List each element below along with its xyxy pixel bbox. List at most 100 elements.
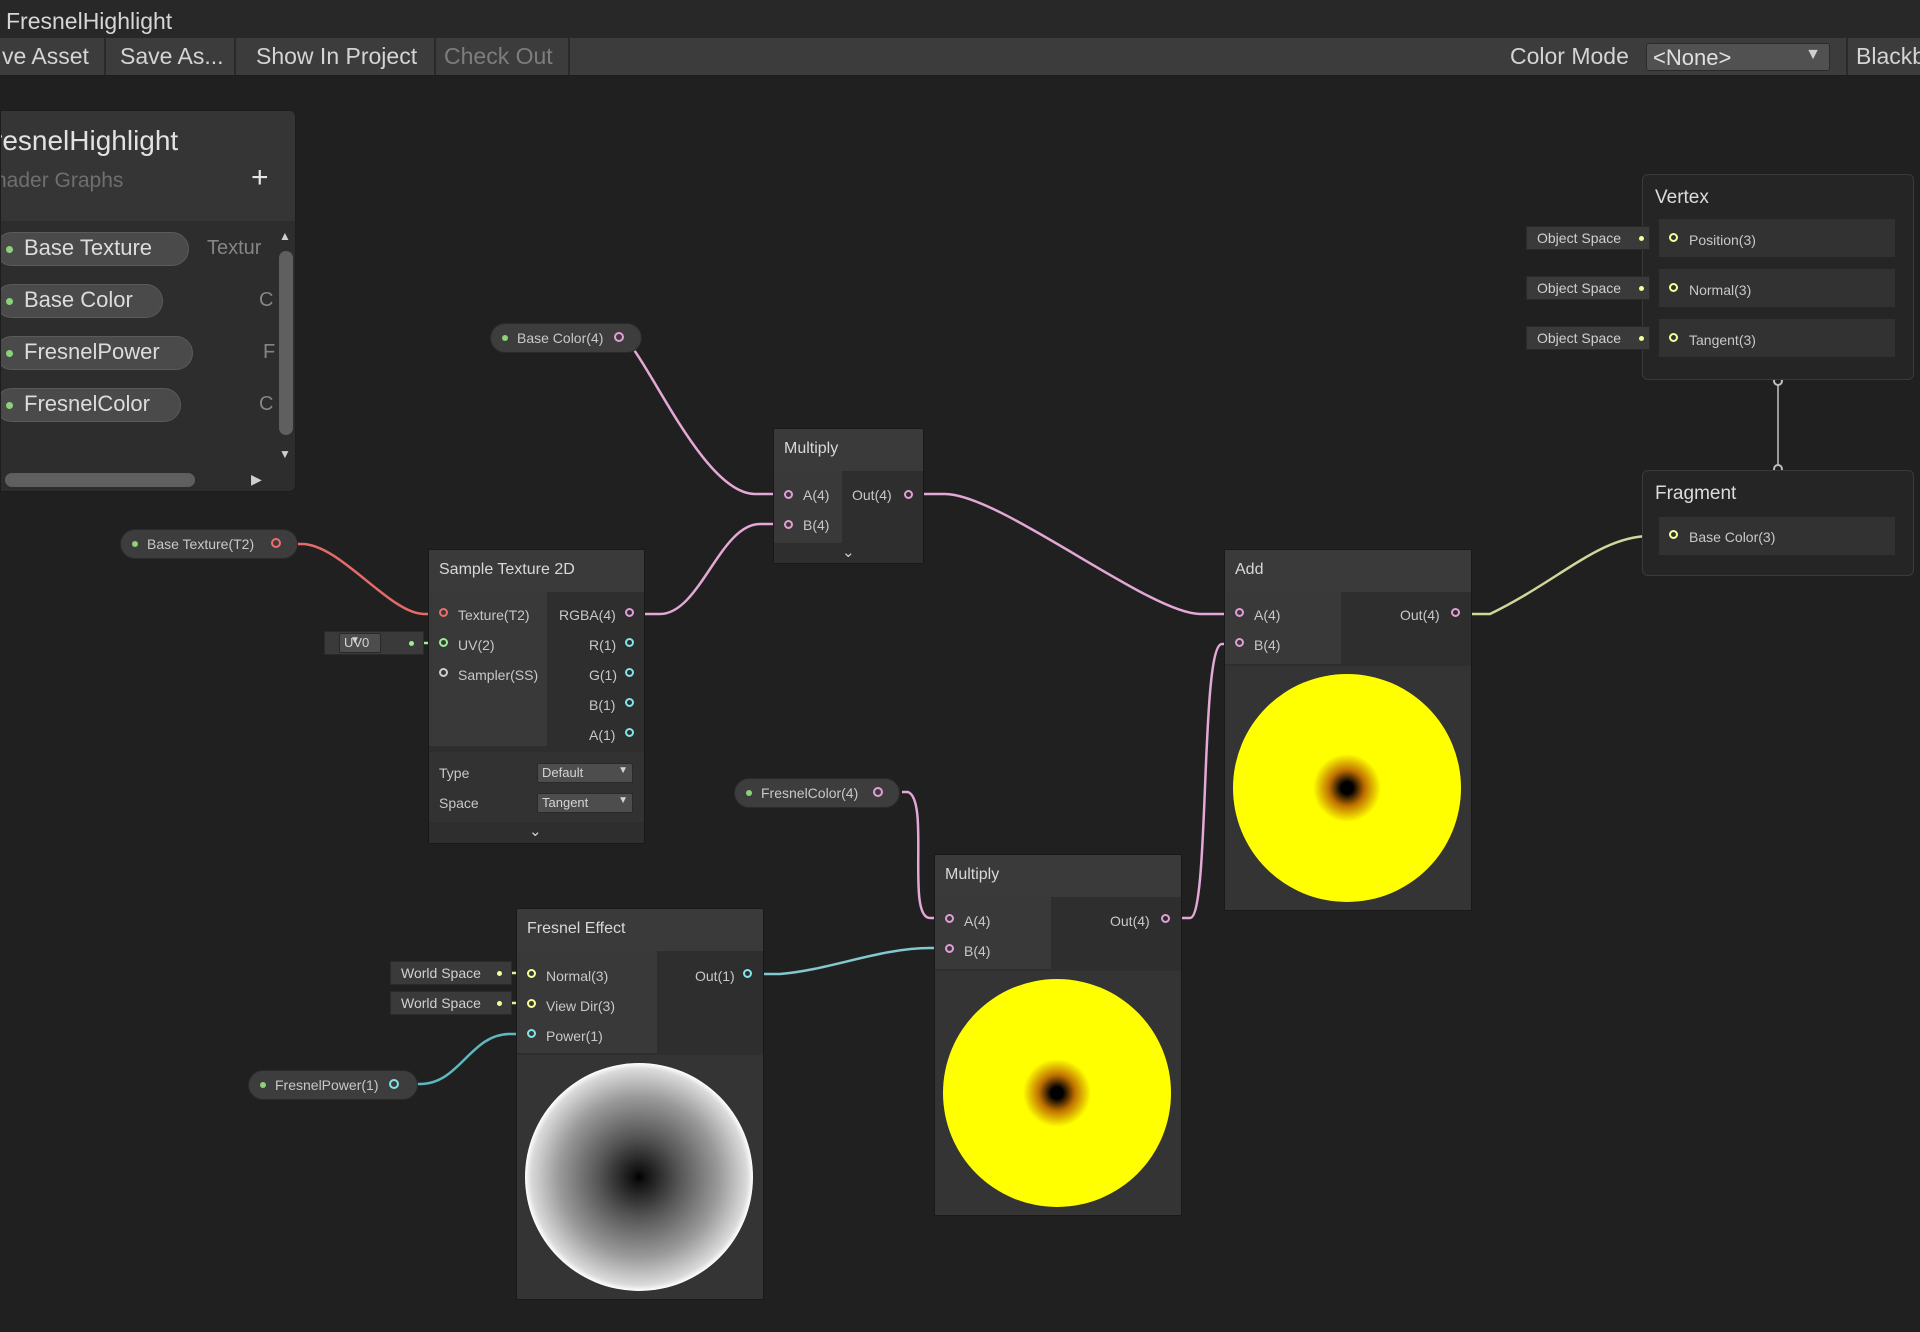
preview-sphere [943, 979, 1171, 1207]
space-chip-view-dir[interactable]: World Space [390, 991, 512, 1015]
property-node-fresnel-color[interactable]: FresnelColor(4) [734, 778, 900, 808]
output-port[interactable] [1451, 608, 1460, 617]
chevron-down-icon: ▼ [618, 765, 628, 776]
blackboard-property-fresnel-power[interactable]: FresnelPower [1, 336, 193, 370]
node-vertex[interactable]: Vertex Position(3) Normal(3) Tangent(3) [1642, 174, 1914, 380]
output-port-a[interactable] [625, 728, 634, 737]
output-port[interactable] [389, 1079, 399, 1089]
port-label: Power(1) [546, 1028, 603, 1044]
node-title-bar[interactable]: Add [1225, 550, 1471, 592]
property-label: FresnelPower [24, 339, 160, 364]
port-label: A(4) [803, 487, 830, 503]
wire-fresnel-multiply [752, 946, 946, 976]
port-label: A(4) [964, 913, 991, 929]
node-preview [935, 971, 1181, 1215]
property-node-label: FresnelColor(4) [761, 785, 859, 801]
wire-rgba-multiply [632, 522, 786, 616]
node-multiply-top[interactable]: Multiply A(4) B(4) Out(4) ⌄ [773, 428, 924, 564]
property-dot-icon [260, 1082, 266, 1088]
scroll-down-arrow-icon[interactable]: ▼ [279, 447, 291, 461]
input-port-sampler[interactable] [439, 668, 448, 677]
property-dot-icon [132, 541, 138, 547]
output-port-r[interactable] [625, 638, 634, 647]
space-chip-position[interactable]: Object Space [1526, 226, 1650, 250]
chevron-down-icon: ▼ [350, 635, 360, 646]
property-node-fresnel-power[interactable]: FresnelPower(1) [248, 1070, 418, 1100]
output-port[interactable] [904, 490, 913, 499]
input-port-texture[interactable] [439, 608, 448, 617]
output-port[interactable] [271, 538, 281, 548]
output-port[interactable] [1161, 914, 1170, 923]
preview-sphere [1233, 674, 1461, 902]
output-port[interactable] [743, 969, 752, 978]
node-sample-texture-2d[interactable]: Sample Texture 2D Texture(T2) UV(2) Samp… [428, 549, 645, 844]
input-port-normal[interactable] [1669, 283, 1678, 292]
port-label: Tangent(3) [1689, 332, 1756, 348]
property-node-base-texture[interactable]: Base Texture(T2) [120, 529, 298, 559]
node-fresnel-effect[interactable]: Fresnel Effect Normal(3) View Dir(3) Pow… [516, 908, 764, 1300]
blackboard-property-base-color[interactable]: Base Color [1, 284, 163, 318]
property-node-label: FresnelPower(1) [275, 1077, 379, 1093]
chip-port-dot [409, 641, 414, 646]
node-title-bar[interactable]: Fresnel Effect [517, 909, 763, 951]
node-title-bar[interactable]: Multiply [774, 429, 923, 471]
type-dropdown[interactable]: Default ▼ [537, 763, 633, 783]
port-label: R(1) [589, 637, 617, 653]
node-title-bar[interactable]: Sample Texture 2D [429, 550, 644, 592]
input-port-a[interactable] [784, 490, 793, 499]
output-port[interactable] [614, 332, 624, 342]
output-port-rgba[interactable] [625, 608, 634, 617]
input-port-base-color[interactable] [1669, 530, 1678, 539]
node-multiply-bottom[interactable]: Multiply A(4) B(4) Out(4) [934, 854, 1182, 1216]
port-label: Out(4) [1400, 607, 1440, 623]
scroll-right-arrow-icon[interactable]: ▶ [251, 471, 262, 488]
port-label: B(1) [589, 697, 616, 713]
horizontal-scrollbar-thumb[interactable] [5, 473, 195, 487]
input-port-power[interactable] [527, 1029, 536, 1038]
space-dropdown[interactable]: Tangent ▼ [537, 793, 633, 813]
input-port-tangent[interactable] [1669, 333, 1678, 342]
output-port-b[interactable] [625, 698, 634, 707]
chevron-down-icon[interactable]: ⌄ [842, 543, 855, 561]
space-chip-tangent[interactable]: Object Space [1526, 326, 1650, 350]
space-chip-normal-vertex[interactable]: Object Space [1526, 276, 1650, 300]
property-label: Base Texture [24, 235, 153, 260]
port-label: Normal(3) [1689, 282, 1752, 298]
property-type: F [263, 341, 276, 363]
port-label: Sampler(SS) [458, 667, 539, 683]
input-port-position[interactable] [1669, 233, 1678, 242]
output-port-g[interactable] [625, 668, 634, 677]
input-port-view-dir[interactable] [527, 999, 536, 1008]
blackboard-title: resnelHighlight [0, 125, 179, 156]
space-chip-normal[interactable]: World Space [390, 961, 512, 985]
vertical-scrollbar-thumb[interactable] [279, 251, 293, 435]
chip-label: World Space [401, 995, 481, 1011]
chip-port-dot [1639, 236, 1644, 241]
scroll-up-arrow-icon[interactable]: ▲ [279, 229, 291, 243]
blackboard-property-base-texture[interactable]: Base Texture [1, 232, 189, 266]
add-property-icon[interactable]: + [251, 161, 269, 195]
input-port-a[interactable] [1235, 608, 1244, 617]
uv-channel-dropdown[interactable]: UV0 ▼ [339, 633, 381, 653]
port-label: Out(4) [852, 487, 892, 503]
node-title: Sample Texture 2D [439, 561, 575, 578]
property-node-base-color[interactable]: Base Color(4) [490, 323, 642, 353]
space-label: Space [439, 795, 479, 811]
uv-channel-chip[interactable]: UV0 ▼ [324, 631, 424, 655]
input-port-b[interactable] [784, 520, 793, 529]
input-port-b[interactable] [945, 944, 954, 953]
blackboard-property-fresnel-color[interactable]: FresnelColor [1, 388, 181, 422]
property-type: Textur [207, 237, 262, 259]
input-port-uv[interactable] [439, 638, 448, 647]
output-port[interactable] [873, 787, 883, 797]
node-fragment[interactable]: Fragment Base Color(3) [1642, 470, 1914, 576]
node-title-bar[interactable]: Multiply [935, 855, 1181, 897]
input-port-a[interactable] [945, 914, 954, 923]
node-add[interactable]: Add A(4) B(4) Out(4) [1224, 549, 1472, 911]
chevron-down-icon[interactable]: ⌄ [529, 822, 542, 840]
input-port-b[interactable] [1235, 638, 1244, 647]
chip-label: Object Space [1537, 230, 1622, 246]
port-label: A(1) [589, 727, 616, 743]
input-port-normal[interactable] [527, 969, 536, 978]
port-label: RGBA(4) [559, 607, 616, 623]
